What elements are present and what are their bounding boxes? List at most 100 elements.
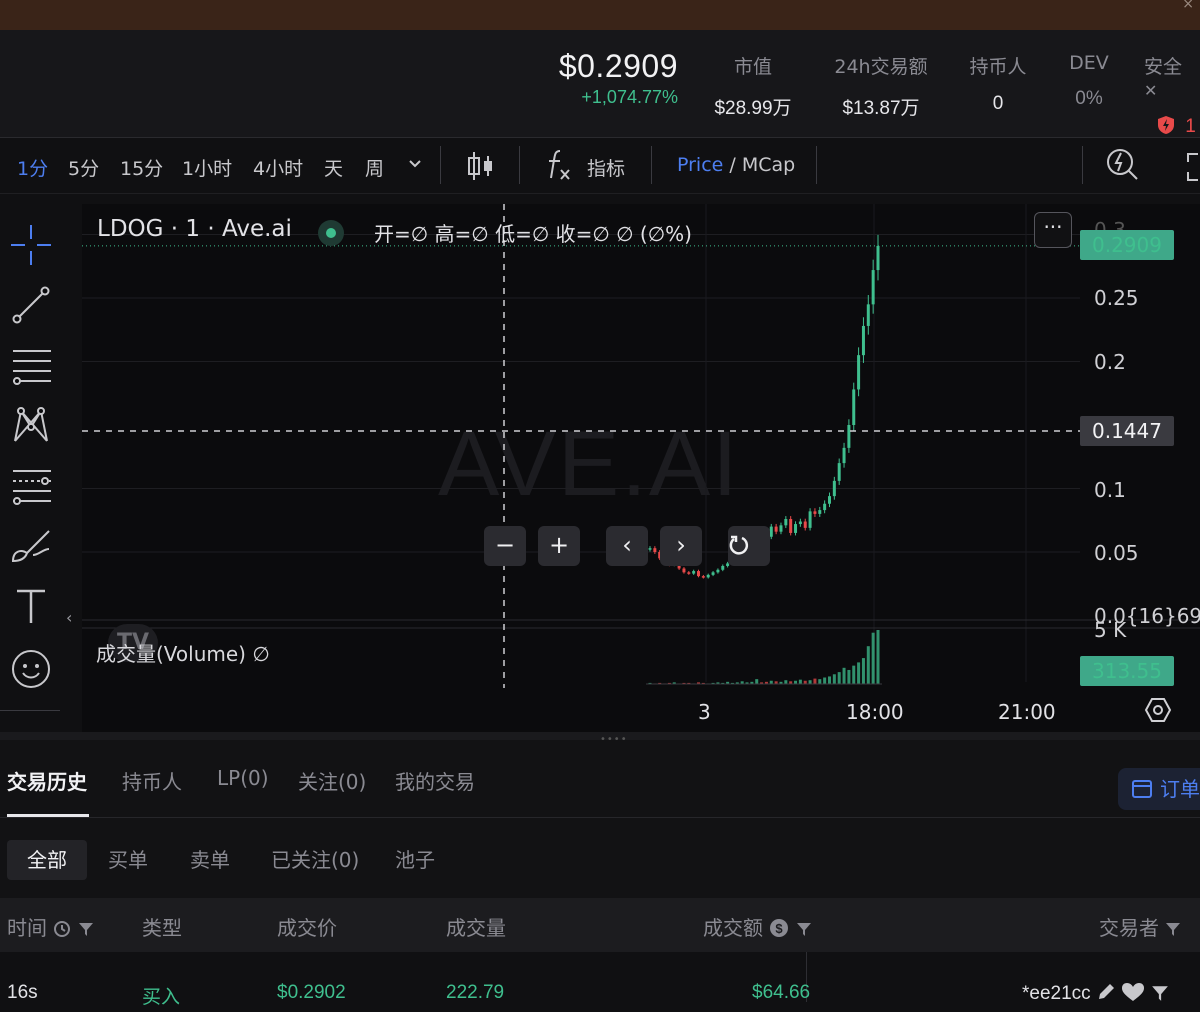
timeframe-day[interactable]: 天 [324,154,343,181]
filter-icon[interactable] [796,921,812,937]
filter-icon[interactable] [1165,921,1181,937]
candle-body [779,525,783,532]
collapse-arrow-icon[interactable]: ‹ [66,608,72,627]
reset-chart-button[interactable] [728,526,770,566]
brush-tool[interactable] [8,522,54,568]
price-mcap-toggle[interactable]: Price / MCap [677,154,795,176]
volume-bar [818,679,822,684]
brush-icon [11,530,50,563]
filter-pool[interactable]: 池子 [395,840,435,880]
candle-body [774,526,778,532]
indicators-button[interactable]: 指标 [587,154,625,181]
axis-tick: 0.25 [1094,286,1139,310]
filter-buy[interactable]: 买单 [108,840,148,880]
crosshair-tool[interactable] [8,222,54,268]
candle-body [857,355,861,390]
stat-holders: 持币人 0 [962,52,1034,115]
trend-line-icon [12,286,50,324]
zoom-in-button[interactable]: + [538,526,580,566]
scroll-left-button[interactable]: ‹ [606,526,648,566]
timeframe-week[interactable]: 周 [365,154,384,181]
candlestick-icon[interactable] [466,150,496,186]
stat-market-cap: 市值 $28.99万 [708,52,798,120]
volume-bar [861,658,865,684]
chart-grid [82,204,1200,682]
orders-button[interactable]: 订单 [1118,768,1200,810]
header-time[interactable]: 时间 [7,912,94,941]
trader-address[interactable]: *ee21cc [1022,983,1091,1004]
tab-lp[interactable]: LP(0) [217,766,269,790]
timeframe-4h[interactable]: 4小时 [253,154,303,181]
toolbar-divider [440,146,441,184]
volume-bar [827,676,831,684]
scroll-right-button[interactable]: › [660,526,702,566]
filter-icon[interactable] [78,921,94,937]
volume-bar [798,679,802,684]
text-tool[interactable] [8,584,54,630]
crosshair-price-tag: 0.1447 [1080,416,1174,446]
text-icon [17,589,45,623]
price-option[interactable]: Price [677,154,723,176]
stat-label: DEV [1069,52,1109,74]
replay-icon[interactable] [1104,146,1140,186]
tools-divider [0,710,60,711]
function-icon[interactable] [544,148,574,186]
crosshair-icon [11,225,51,265]
stat-dev: DEV 0% [1058,52,1120,110]
tab-my-trades[interactable]: 我的交易 [395,766,475,795]
timeframe-1h[interactable]: 1小时 [182,154,232,181]
candle-body [798,521,802,525]
stat-security[interactable]: 安全 ✕ 1 [1144,52,1200,138]
timeframe-15m[interactable]: 15分 [120,154,163,181]
security-count: 1 [1185,116,1196,137]
window-icon [1132,780,1152,798]
emoji-tool[interactable] [8,646,54,692]
close-icon[interactable]: × [1182,0,1194,12]
header-type: 类型 [142,916,182,940]
tab-followed[interactable]: 关注(0) [298,766,366,795]
stat-value: $13.87万 [842,98,920,119]
cell-trader[interactable]: *ee21cc [1022,982,1169,1005]
candle-body [871,270,875,305]
dollar-icon: $ [770,919,789,937]
edit-icon[interactable] [1096,982,1116,1002]
pattern-tool[interactable] [8,402,54,448]
timeframe-5m[interactable]: 5分 [68,154,99,181]
horizontal-lines-tool[interactable] [8,342,54,388]
filter-all[interactable]: 全部 [7,840,87,880]
table-row[interactable]: 16s 买入 $0.2902 222.79 $64.66 *ee21cc [0,952,1200,1012]
tab-trade-history[interactable]: 交易历史 [7,766,87,795]
fib-tool[interactable] [8,462,54,508]
candle-body [842,447,846,464]
header-time-label: 时间 [7,916,47,940]
timeframe-1m[interactable]: 1分 [17,154,48,181]
header-value[interactable]: 成交额 $ [703,912,812,941]
more-options-button[interactable]: ··· [1034,212,1072,248]
tab-holders[interactable]: 持币人 [122,766,182,795]
axis-tick: 0.2 [1094,350,1126,374]
filter-icon[interactable] [1151,984,1169,1002]
chevron-down-icon[interactable] [406,154,424,176]
volume-bar [876,630,880,684]
stat-24h-volume: 24h交易额 $13.87万 [828,52,934,120]
fullscreen-icon[interactable] [1186,152,1200,186]
stat-label: 持币人 [969,56,1027,78]
zoom-out-button[interactable]: − [484,526,526,566]
header-price: 成交价 [277,916,337,940]
crosshair-layer [82,204,1080,688]
trend-line-tool[interactable] [8,282,54,328]
panel-resize-handle[interactable]: •••• [0,732,1200,745]
volume-bar [808,680,812,684]
trade-filters: 全部 买单 卖单 已关注(0) 池子 [0,818,1200,898]
candle-body [818,510,822,514]
header-trader[interactable]: 交易者 [1099,912,1181,941]
mcap-option[interactable]: MCap [742,154,795,176]
price-chart[interactable]: AVE.AI LDOG · 1 · Ave.ai 开=∅ 高=∅ 低=∅ 收=∅… [82,204,1200,732]
heart-icon[interactable] [1121,982,1145,1002]
filter-sell[interactable]: 卖单 [190,840,230,880]
volume-bar [871,632,875,684]
volume-legend: 成交量(Volume) ∅ [96,642,270,666]
filter-followed[interactable]: 已关注(0) [271,840,359,880]
candle-body [769,526,773,537]
candle-body [687,572,691,574]
